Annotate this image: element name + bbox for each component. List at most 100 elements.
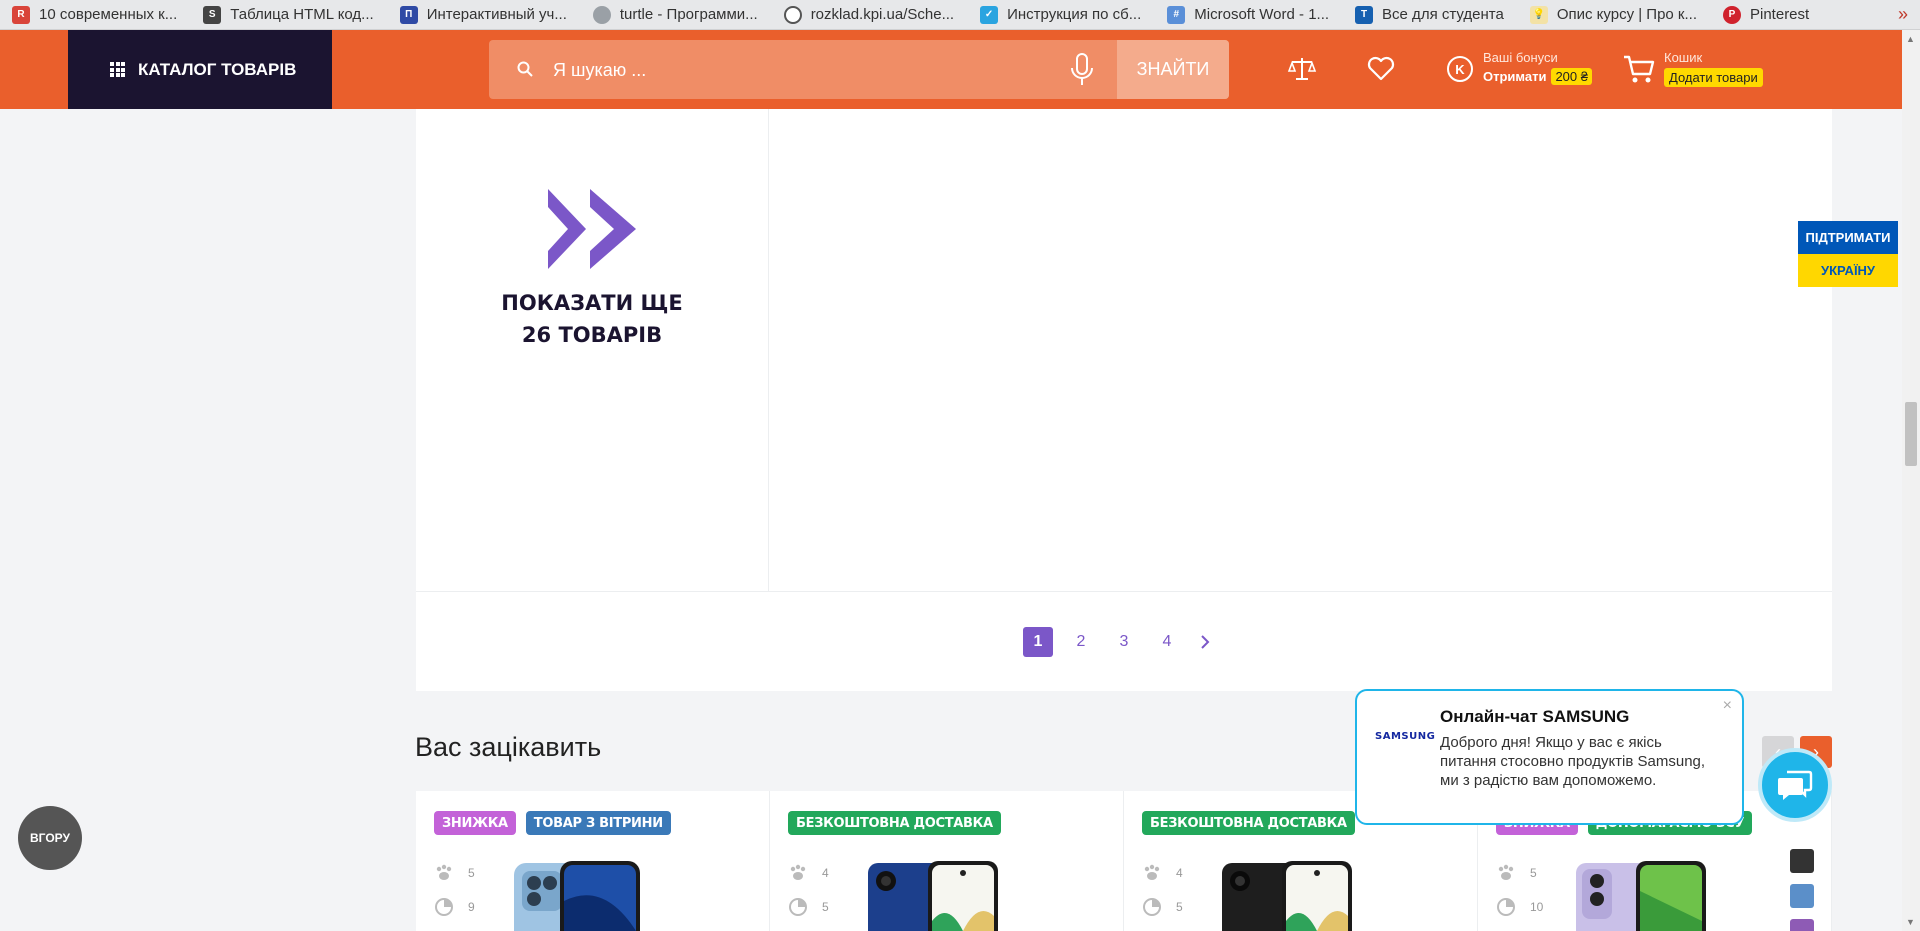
- chat-message: Доброго дня! Якщо у вас є якісь питання …: [1440, 734, 1706, 789]
- samsung-violet-image: [1576, 861, 1706, 931]
- stm-bookmark-icon: S: [203, 5, 222, 24]
- scrollbar-track[interactable]: [1902, 30, 1920, 931]
- product-card[interactable]: БЕЗКОШТОВНА ДОСТАВКА 4 5: [770, 791, 1124, 931]
- bookmarks-more-icon[interactable]: »: [1898, 4, 1908, 25]
- samsung-black-image: [1222, 861, 1352, 931]
- pie-icon: [1143, 898, 1161, 916]
- bookmark-item[interactable]: rozklad.kpi.ua/Sche...: [783, 5, 954, 24]
- scroll-up-arrow[interactable]: ▲: [1906, 34, 1916, 44]
- site-header: КАТАЛОГ ТОВАРІВ ЗНАЙТИ K Ваші бонуси Отр…: [0, 30, 1920, 109]
- bonus-widget[interactable]: Ваші бонуси Отримати 200 ₴: [1483, 50, 1592, 85]
- bonus-action: Отримати: [1483, 69, 1547, 84]
- chat-title: Онлайн-чат SAMSUNG: [1440, 707, 1630, 726]
- chat-popup[interactable]: SAMSUNG Онлайн-чат SAMSUNG Доброго дня! …: [1355, 689, 1744, 825]
- heart-icon[interactable]: [1366, 54, 1396, 84]
- page-4-button[interactable]: 4: [1152, 627, 1182, 657]
- cart-title: Кошик: [1664, 50, 1703, 65]
- rating-value: 4: [822, 866, 829, 880]
- pinterest-bookmark-icon: P: [1723, 5, 1741, 24]
- double-chevron-right-icon: [548, 189, 636, 269]
- divider: [416, 591, 1832, 592]
- iphone-image: [514, 861, 640, 931]
- catalog-label: КАТАЛОГ ТОВАРІВ: [138, 59, 297, 79]
- catalog-button[interactable]: КАТАЛОГ ТОВАРІВ: [68, 30, 332, 109]
- rating-value: 5: [468, 866, 475, 880]
- kpi-bookmark-icon: [783, 5, 802, 24]
- cart-widget[interactable]: Кошик Додати товари: [1664, 50, 1763, 87]
- section-title: Вас зацікавить: [415, 732, 602, 762]
- bookmark-item[interactable]: ✓ Инструкция по сб...: [980, 5, 1141, 24]
- rating-value: 5: [1530, 866, 1537, 880]
- reviews-value: 5: [1176, 900, 1183, 914]
- chat-icon: [1778, 770, 1813, 800]
- paw-icon: [790, 864, 806, 880]
- show-more-line1: ПОКАЗАТИ ЩЕ: [501, 291, 683, 315]
- bookmark-item[interactable]: # Microsoft Word - 1...: [1167, 5, 1329, 24]
- chat-open-button[interactable]: [1758, 748, 1832, 822]
- pie-icon: [789, 898, 807, 916]
- grid-icon: [110, 62, 125, 77]
- samsung-blue-image: [868, 861, 998, 931]
- paw-icon: [1144, 864, 1160, 880]
- search-button[interactable]: ЗНАЙТИ: [1117, 40, 1229, 99]
- rating-value: 4: [1176, 866, 1183, 880]
- page-2-button[interactable]: 2: [1066, 627, 1096, 657]
- paw-icon: [436, 864, 452, 880]
- bookmark-item[interactable]: 💡 Опис курсу | Про к...: [1529, 5, 1697, 24]
- reviews-value: 5: [822, 900, 829, 914]
- page-3-button[interactable]: 3: [1109, 627, 1139, 657]
- products-panel: ПОКАЗАТИ ЩЕ 26 ТОВАРІВ 1 2 3 4: [416, 109, 1832, 691]
- search-input[interactable]: [553, 54, 1013, 86]
- bookmarks-bar: R 10 современных к... S Таблица HTML код..…: [0, 0, 1920, 30]
- page-1-button[interactable]: 1: [1023, 627, 1053, 657]
- bonus-title: Ваші бонуси: [1483, 50, 1558, 65]
- cart-icon[interactable]: [1622, 52, 1656, 86]
- scrollbar-thumb[interactable]: [1905, 402, 1917, 466]
- search-bar: ЗНАЙТИ: [489, 40, 1229, 99]
- product-card[interactable]: ЗНИЖКА ТОВАР З ВІТРИНИ 5 9: [416, 791, 770, 931]
- bookmark-item[interactable]: P Pinterest: [1723, 5, 1809, 24]
- reviews-value: 10: [1530, 900, 1544, 914]
- bonus-k-icon[interactable]: K: [1445, 54, 1475, 84]
- pie-icon: [1497, 898, 1515, 916]
- microphone-icon[interactable]: [1069, 52, 1095, 88]
- pie-icon: [435, 898, 453, 916]
- bonus-amount: 200 ₴: [1551, 68, 1592, 85]
- search-icon: [517, 61, 533, 77]
- bookmark-item[interactable]: П Интерактивный уч...: [399, 5, 567, 24]
- color-swatch-black[interactable]: [1790, 849, 1814, 873]
- close-icon[interactable]: ×: [1723, 697, 1732, 715]
- show-more-line2: 26 ТОВАРІВ: [521, 323, 663, 347]
- support-ukraine-banner[interactable]: ПІДТРИМАТИ УКРАЇНУ: [1798, 221, 1898, 287]
- svg-text:K: K: [1455, 62, 1465, 77]
- bookmark-item[interactable]: turtle - Программи...: [592, 5, 758, 24]
- check-bookmark-icon: ✓: [980, 5, 999, 24]
- color-swatch-blue[interactable]: [1790, 884, 1814, 908]
- globe-bookmark-icon: [592, 5, 611, 24]
- hash-bookmark-icon: #: [1167, 5, 1186, 24]
- samsung-logo: SAMSUNG: [1375, 731, 1436, 742]
- color-swatch-violet[interactable]: [1790, 919, 1814, 931]
- bookmark-item[interactable]: S Таблица HTML код...: [203, 5, 374, 24]
- blue-square-bookmark-icon: П: [399, 5, 418, 24]
- show-more-button[interactable]: ПОКАЗАТИ ЩЕ 26 ТОВАРІВ: [416, 109, 769, 591]
- chevron-right-icon[interactable]: [1195, 632, 1215, 652]
- bulb-bookmark-icon: 💡: [1529, 5, 1548, 24]
- scroll-to-top-button[interactable]: ВГОРУ: [18, 806, 82, 870]
- showcase-tag: ТОВАР З ВІТРИНИ: [525, 811, 671, 835]
- discount-tag: ЗНИЖКА: [434, 811, 516, 835]
- pagination: 1 2 3 4: [1023, 627, 1215, 657]
- free-delivery-tag: БЕЗКОШТОВНА ДОСТАВКА: [1142, 811, 1355, 835]
- support-ukraine-line2: УКРАЇНУ: [1798, 254, 1898, 287]
- bookmark-item[interactable]: R 10 современных к...: [12, 5, 177, 24]
- t-bookmark-icon: T: [1355, 5, 1374, 24]
- free-delivery-tag: БЕЗКОШТОВНА ДОСТАВКА: [788, 811, 1001, 835]
- cart-add-button[interactable]: Додати товари: [1664, 68, 1763, 87]
- scroll-down-arrow[interactable]: ▼: [1906, 917, 1916, 927]
- bookmark-item[interactable]: T Все для студента: [1355, 5, 1504, 24]
- paw-icon: [1498, 864, 1514, 880]
- compare-scales-icon[interactable]: [1287, 54, 1317, 84]
- radio-bookmark-icon: R: [12, 5, 30, 24]
- support-ukraine-line1: ПІДТРИМАТИ: [1798, 221, 1898, 254]
- show-more-text: ПОКАЗАТИ ЩЕ 26 ТОВАРІВ: [482, 287, 702, 351]
